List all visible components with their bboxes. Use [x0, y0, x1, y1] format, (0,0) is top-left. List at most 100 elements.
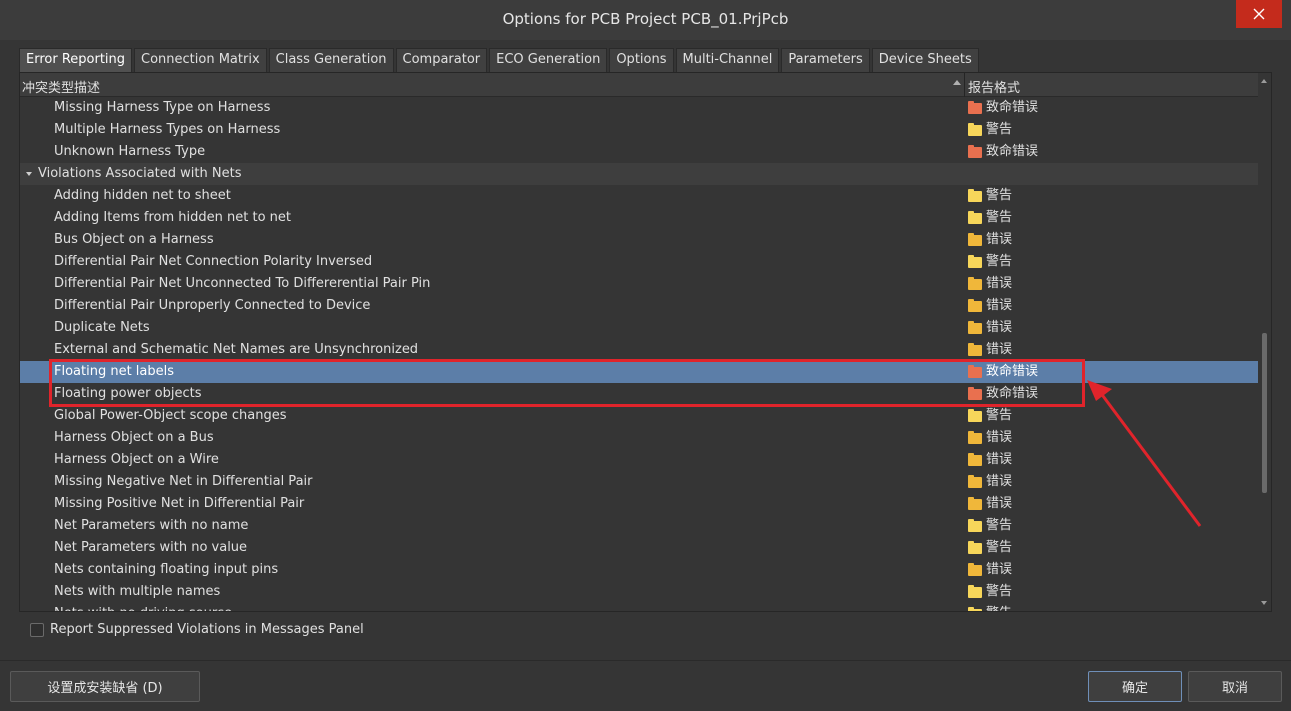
table-row[interactable]: Missing Harness Type on Harness 致命错误: [20, 97, 1258, 119]
report-mode-label: 错误: [986, 276, 1013, 291]
table-row[interactable]: Adding Items from hidden net to net 警告: [20, 207, 1258, 229]
table-row[interactable]: Differential Pair Net Unconnected To Dif…: [20, 273, 1258, 295]
tab-parameters[interactable]: Parameters: [781, 48, 870, 72]
table-row[interactable]: Net Parameters with no value 警告: [20, 537, 1258, 559]
warn-folder-icon: [968, 540, 982, 554]
violation-name: Net Parameters with no value: [54, 540, 248, 555]
report-mode-cell[interactable]: 警告: [968, 581, 1012, 603]
report-mode-cell[interactable]: 致命错误: [968, 361, 1038, 383]
report-mode-cell[interactable]: 错误: [968, 273, 1012, 295]
report-mode-cell[interactable]: 致命错误: [968, 97, 1038, 119]
report-suppressed-option[interactable]: Report Suppressed Violations in Messages…: [30, 622, 364, 637]
violation-name: Bus Object on a Harness: [54, 232, 214, 247]
violation-name: Harness Object on a Wire: [54, 452, 219, 467]
report-mode-label: 致命错误: [986, 386, 1039, 401]
report-mode-cell[interactable]: 警告: [968, 537, 1012, 559]
table-row[interactable]: Adding hidden net to sheet 警告: [20, 185, 1258, 207]
group-row[interactable]: Violations Associated with Nets: [20, 163, 1258, 185]
fatal-folder-icon: [968, 364, 982, 378]
report-mode-cell[interactable]: 错误: [968, 427, 1012, 449]
vertical-scrollbar[interactable]: [1258, 73, 1271, 611]
table-row[interactable]: Harness Object on a Bus 错误: [20, 427, 1258, 449]
violation-name: Nets with no driving source: [54, 603, 232, 611]
tab-device-sheets[interactable]: Device Sheets: [871, 48, 979, 72]
report-mode-cell[interactable]: 警告: [968, 185, 1012, 207]
violation-list: Missing Harness Type on Harness 致命错误 Multi…: [20, 97, 1258, 611]
column-header-description[interactable]: 冲突类型描述: [22, 77, 100, 96]
report-mode-cell[interactable]: 警告: [968, 251, 1012, 273]
report-mode-cell[interactable]: 警告: [968, 603, 1012, 611]
report-suppressed-label: Report Suppressed Violations in Messages…: [50, 622, 364, 637]
table-row[interactable]: Nets containing floating input pins 错误: [20, 559, 1258, 581]
table-row[interactable]: External and Schematic Net Names are Uns…: [20, 339, 1258, 361]
report-mode-cell[interactable]: 致命错误: [968, 383, 1038, 405]
report-mode-label: 警告: [986, 210, 1013, 225]
table-row[interactable]: Floating net labels 致命错误: [20, 361, 1258, 383]
close-button[interactable]: [1236, 0, 1282, 28]
report-mode-label: 错误: [986, 474, 1013, 489]
violation-name: Differential Pair Unproperly Connected t…: [54, 298, 371, 313]
ok-button[interactable]: 确定: [1088, 671, 1182, 702]
table-row[interactable]: Differential Pair Net Connection Polarit…: [20, 251, 1258, 273]
table-row[interactable]: Harness Object on a Wire 错误: [20, 449, 1258, 471]
report-mode-cell[interactable]: 致命错误: [968, 141, 1038, 163]
table-row[interactable]: Missing Positive Net in Differential Pai…: [20, 493, 1258, 515]
expand-triangle-icon[interactable]: [26, 172, 32, 176]
error-folder-icon: [968, 430, 982, 444]
scroll-down-arrow-icon[interactable]: [1261, 601, 1267, 605]
report-mode-cell[interactable]: 警告: [968, 207, 1012, 229]
report-mode-cell[interactable]: 错误: [968, 295, 1012, 317]
column-divider[interactable]: [964, 73, 965, 97]
tab-options[interactable]: Options: [609, 48, 674, 72]
error-folder-icon: [968, 342, 982, 356]
warn-folder-icon: [968, 584, 982, 598]
report-mode-cell[interactable]: 错误: [968, 339, 1012, 361]
report-mode-label: 警告: [986, 540, 1013, 555]
set-installation-defaults-button[interactable]: 设置成安装缺省 (D): [10, 671, 200, 702]
warn-folder-icon: [968, 122, 982, 136]
table-row[interactable]: Missing Negative Net in Differential Pai…: [20, 471, 1258, 493]
error-folder-icon: [968, 562, 982, 576]
scrollbar-thumb[interactable]: [1262, 333, 1267, 493]
tab-eco-generation[interactable]: ECO Generation: [489, 48, 608, 72]
report-mode-label: 警告: [986, 188, 1013, 203]
table-row[interactable]: Nets with multiple names 警告: [20, 581, 1258, 603]
tab-bar: Error Reporting Connection Matrix Class Ge…: [19, 48, 981, 72]
report-mode-label: 错误: [986, 232, 1013, 247]
table-row[interactable]: Global Power-Object scope changes 警告: [20, 405, 1258, 427]
scroll-up-arrow-icon[interactable]: [1261, 79, 1267, 83]
table-row[interactable]: Floating power objects 致命错误: [20, 383, 1258, 405]
report-suppressed-checkbox[interactable]: [30, 622, 44, 637]
tab-connection-matrix[interactable]: Connection Matrix: [134, 48, 267, 72]
report-mode-cell[interactable]: 错误: [968, 449, 1012, 471]
table-row[interactable]: Bus Object on a Harness 错误: [20, 229, 1258, 251]
report-mode-label: 错误: [986, 430, 1013, 445]
violation-name: Multiple Harness Types on Harness: [54, 122, 281, 137]
report-mode-cell[interactable]: 错误: [968, 559, 1012, 581]
table-row[interactable]: Net Parameters with no name 警告: [20, 515, 1258, 537]
table-row[interactable]: Nets with no driving source 警告: [20, 603, 1258, 611]
table-row[interactable]: Duplicate Nets 错误: [20, 317, 1258, 339]
tab-multi-channel[interactable]: Multi-Channel: [675, 48, 780, 72]
footer-divider: [0, 660, 1291, 661]
report-mode-cell[interactable]: 错误: [968, 471, 1012, 493]
tab-comparator[interactable]: Comparator: [395, 48, 488, 72]
tab-error-reporting[interactable]: Error Reporting: [19, 48, 133, 72]
violation-name: Nets containing floating input pins: [54, 562, 279, 577]
error-folder-icon: [968, 298, 982, 312]
cancel-button[interactable]: 取消: [1188, 671, 1282, 702]
report-mode-cell[interactable]: 警告: [968, 515, 1012, 537]
violation-name: Adding hidden net to sheet: [54, 188, 231, 203]
report-mode-cell[interactable]: 错误: [968, 493, 1012, 515]
report-mode-cell[interactable]: 警告: [968, 119, 1012, 141]
table-row[interactable]: Multiple Harness Types on Harness 警告: [20, 119, 1258, 141]
column-header-report-mode[interactable]: 报告格式: [968, 77, 1020, 96]
report-mode-cell[interactable]: 错误: [968, 317, 1012, 339]
table-row[interactable]: Unknown Harness Type 致命错误: [20, 141, 1258, 163]
report-mode-cell[interactable]: 错误: [968, 229, 1012, 251]
table-row[interactable]: Differential Pair Unproperly Connected t…: [20, 295, 1258, 317]
report-mode-cell[interactable]: 警告: [968, 405, 1012, 427]
report-mode-label: 错误: [986, 320, 1013, 335]
error-folder-icon: [968, 320, 982, 334]
tab-class-generation[interactable]: Class Generation: [268, 48, 394, 72]
